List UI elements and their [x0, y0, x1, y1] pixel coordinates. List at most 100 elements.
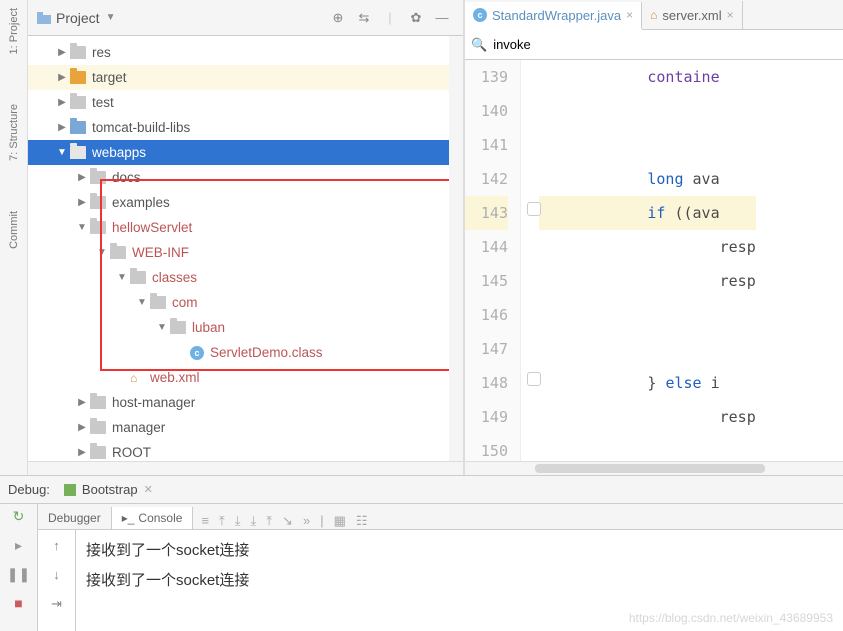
code-line[interactable]	[539, 94, 756, 128]
expand-arrow-icon[interactable]: ▶	[56, 122, 68, 133]
tree-title[interactable]: Project	[56, 10, 100, 26]
rail-structure[interactable]: 7: Structure	[8, 104, 20, 161]
step-button[interactable]: ⤒	[219, 513, 225, 529]
step-button[interactable]: »	[303, 513, 310, 529]
expand-arrow-icon[interactable]: ▶	[76, 197, 88, 208]
tree-scrollbar[interactable]	[449, 36, 463, 475]
expand-arrow-icon[interactable]: ▶	[76, 397, 88, 408]
expand-arrow-icon[interactable]: ▼	[136, 297, 148, 308]
step-button[interactable]: ☷	[356, 513, 368, 529]
code-line[interactable]	[539, 298, 756, 332]
tree-item-target[interactable]: ▶ target	[28, 65, 463, 90]
project-tree-panel: Project ▼ ⊕ ⇆ | ✿ — ▶res▶target▶test▶tom…	[28, 0, 464, 475]
code-line[interactable]	[539, 434, 756, 461]
code-line[interactable]	[539, 128, 756, 162]
expand-arrow-icon[interactable]: ▶	[76, 422, 88, 433]
code-line[interactable]: containe	[539, 60, 756, 94]
tree-item-web-xml[interactable]: ⌂web.xml	[28, 365, 463, 390]
code-line[interactable]	[539, 332, 756, 366]
rerun-button[interactable]: ↻	[13, 508, 25, 525]
folder-icon	[130, 271, 146, 284]
tree-item-examples[interactable]: ▶examples	[28, 190, 463, 215]
tree-item-webapps[interactable]: ▼webapps	[28, 140, 463, 165]
expand-arrow-icon[interactable]: ▼	[56, 147, 68, 158]
code-line[interactable]: if ((ava	[539, 196, 756, 230]
editor-tab-server-xml[interactable]: ⌂server.xml×	[642, 1, 743, 29]
step-button[interactable]: ≡	[201, 513, 209, 529]
tree-item-docs[interactable]: ▶docs	[28, 165, 463, 190]
up-arrow-icon[interactable]: ↑	[53, 538, 60, 553]
search-input[interactable]	[493, 37, 837, 52]
tree-item-label: WEB-INF	[132, 245, 189, 260]
debug-panel: Debug: Bootstrap ✕ ↻ ▸ ❚❚ ■ Debugger▸_Co…	[0, 475, 843, 631]
hide-button[interactable]: —	[431, 7, 453, 29]
code-lines[interactable]: containe long ava if ((ava resp resp } e…	[521, 60, 756, 461]
pause-button[interactable]: ❚❚	[7, 566, 30, 583]
tree-item-web-inf[interactable]: ▼ WEB-INF	[28, 240, 463, 265]
tree-item-label: target	[92, 70, 127, 85]
code-line[interactable]: resp	[539, 400, 756, 434]
tree-item-label: manager	[112, 420, 165, 435]
tree-item-com[interactable]: ▼com	[28, 290, 463, 315]
folder-icon	[70, 146, 86, 159]
rail-commit[interactable]: Commit	[8, 211, 20, 249]
step-button[interactable]: ▦	[334, 513, 346, 529]
dropdown-arrow-icon[interactable]: ▼	[106, 12, 116, 23]
tree-item-manager[interactable]: ▶ manager	[28, 415, 463, 440]
expand-arrow-icon[interactable]: ▼	[156, 322, 168, 333]
step-button[interactable]: ⤓	[235, 513, 241, 529]
expand-button[interactable]: ⇆	[353, 7, 375, 29]
debug-tab-console[interactable]: ▸_Console	[112, 507, 194, 529]
code-line[interactable]: resp	[539, 264, 756, 298]
expand-arrow-icon[interactable]: ▶	[56, 47, 68, 58]
step-button[interactable]: ⤓	[251, 513, 257, 529]
editor-scrollbar-h[interactable]	[465, 461, 843, 475]
debug-tab-debugger[interactable]: Debugger	[38, 507, 112, 529]
stop-button[interactable]: ■	[14, 595, 22, 611]
close-icon[interactable]: ×	[727, 8, 734, 22]
tree-item-hellowservlet[interactable]: ▼hellowServlet	[28, 215, 463, 240]
resume-button[interactable]: ▸	[15, 537, 22, 554]
tree-body[interactable]: ▶res▶target▶test▶tomcat-build-libs▼webap…	[28, 36, 463, 475]
folder-icon	[150, 296, 166, 309]
tree-item-luban[interactable]: ▼luban	[28, 315, 463, 340]
settings-button[interactable]: ✿	[405, 7, 427, 29]
code-line[interactable]: resp	[539, 230, 756, 264]
editor-tabs: cStandardWrapper.java×⌂server.xml×	[465, 0, 843, 30]
code-line[interactable]: } else i	[539, 366, 756, 400]
down-arrow-icon[interactable]: ↓	[53, 567, 60, 582]
tree-item-classes[interactable]: ▼classes	[28, 265, 463, 290]
console-output[interactable]: 接收到了一个socket连接接收到了一个socket连接https://blog…	[76, 530, 843, 631]
expand-arrow-icon[interactable]: ▼	[96, 247, 108, 258]
close-icon[interactable]: ✕	[144, 483, 153, 496]
rail-project[interactable]: 1: Project	[8, 8, 20, 54]
step-button[interactable]: ⤒	[266, 513, 272, 529]
tree-item-tomcat-build-libs[interactable]: ▶tomcat-build-libs	[28, 115, 463, 140]
tree-item-test[interactable]: ▶test	[28, 90, 463, 115]
wrap-icon[interactable]: ⇥	[51, 596, 62, 612]
tree-item-res[interactable]: ▶res	[28, 40, 463, 65]
expand-arrow-icon[interactable]: ▶	[56, 72, 68, 83]
debug-step-toolbar: ≡ ⤒ ⤓ ⤓ ⤒ ↘ » | ▦ ☷	[193, 513, 375, 529]
step-button[interactable]: ↘	[282, 513, 293, 529]
code-line[interactable]: long ava	[539, 162, 756, 196]
expand-arrow-icon[interactable]: ▼	[76, 222, 88, 233]
step-button[interactable]: |	[320, 513, 323, 529]
left-tool-rail: 1: Project 7: Structure Commit	[0, 0, 28, 475]
tree-item-host-manager[interactable]: ▶host-manager	[28, 390, 463, 415]
line-number: 142	[465, 162, 508, 196]
tree-scrollbar-h[interactable]	[28, 461, 463, 475]
expand-arrow-icon[interactable]: ▼	[116, 272, 128, 283]
folder-icon	[70, 96, 86, 109]
tree-item-servletdemo-class[interactable]: cServletDemo.class	[28, 340, 463, 365]
editor-tab-standardwrapper-java[interactable]: cStandardWrapper.java×	[465, 2, 642, 30]
tree-item-label: ROOT	[112, 445, 151, 460]
expand-arrow-icon[interactable]: ▶	[76, 172, 88, 183]
line-number: 146	[465, 298, 508, 332]
editor-body[interactable]: 139140141142143144145146147148149150 con…	[465, 60, 843, 461]
expand-arrow-icon[interactable]: ▶	[56, 97, 68, 108]
close-icon[interactable]: ×	[626, 8, 633, 22]
locate-button[interactable]: ⊕	[327, 7, 349, 29]
expand-arrow-icon[interactable]: ▶	[76, 447, 88, 458]
run-config-name[interactable]: Bootstrap	[82, 482, 138, 497]
